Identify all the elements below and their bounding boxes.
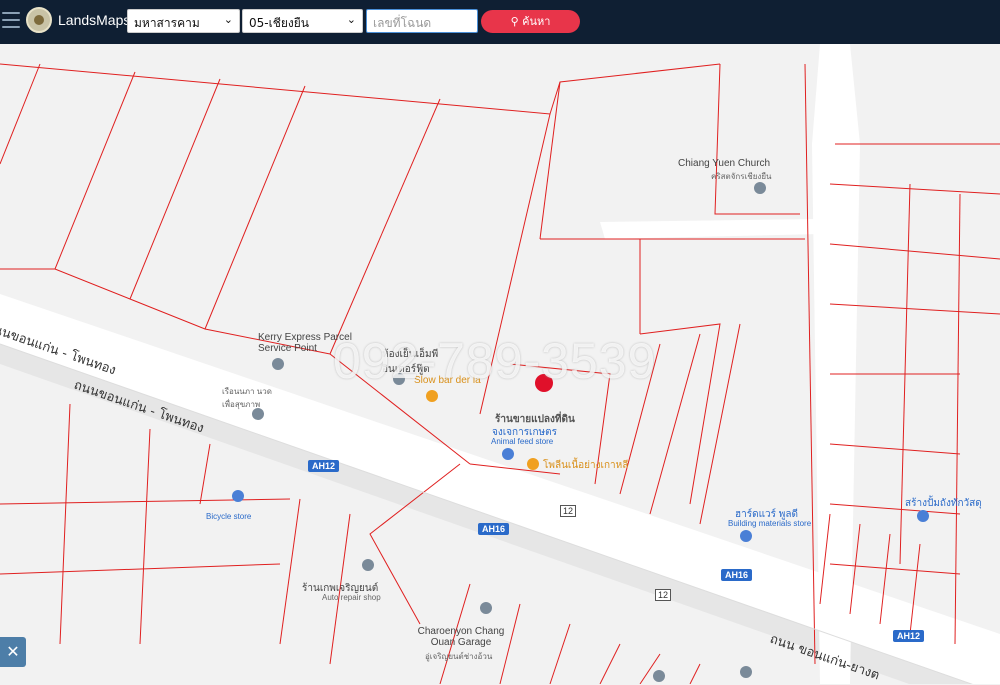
map-canvas[interactable]: 092-789-3539 Chiang Yuen Church คริสตจัก… [0, 44, 1000, 684]
supply-store-label: สร้างปั้มถังทักวัสดุ [905, 498, 982, 509]
korean-bbq-label: โพลีนเนื้อย่างเกาหลี [543, 460, 629, 471]
slowbar-pin-icon[interactable] [426, 390, 438, 402]
feed-store-pin-icon[interactable] [502, 448, 514, 460]
district-value: 05-เชียงยืน [249, 16, 309, 30]
menu-icon[interactable] [2, 12, 20, 28]
garage2-pin-icon[interactable] [480, 602, 492, 614]
bicycle-store-pin-icon[interactable] [232, 490, 244, 502]
chevron-down-icon: ⌄ [223, 13, 233, 26]
church-pin-icon[interactable] [754, 182, 766, 194]
search-button[interactable]: ⚲ ค้นหา [481, 10, 580, 33]
brand-name: LandsMaps [58, 12, 131, 28]
kerry-pin-icon[interactable] [272, 358, 284, 370]
feed-store-sublabel: Animal feed store [491, 437, 554, 446]
supply-store-pin-icon[interactable] [917, 510, 929, 522]
garage2-label: Charoenyon Chang Ouan Garage [417, 626, 505, 648]
watermark-phone: 092-789-3539 [333, 333, 657, 389]
search-label: ค้นหา [522, 15, 551, 28]
hardware-pin-icon[interactable] [740, 530, 752, 542]
poi-pin-icon[interactable] [740, 666, 752, 678]
chevron-down-icon: ⌄ [346, 13, 356, 26]
search-icon: ⚲ [510, 15, 523, 28]
app-logo [26, 7, 52, 33]
garage2-sublabel: อู่เจริญยนต์ช่างอ้วน [425, 652, 493, 661]
garage1-pin-icon[interactable] [362, 559, 374, 571]
massage-pin-icon[interactable] [252, 408, 264, 420]
district-select[interactable]: 05-เชียงยืน ⌄ [242, 9, 363, 33]
measure-tool-icon[interactable]: ✕ [0, 637, 26, 667]
route-number-badge: 12 [655, 589, 672, 601]
province-select[interactable]: มหาสารคาม ⌄ [127, 9, 240, 33]
poi-pin-icon[interactable] [653, 670, 665, 682]
top-bar: LandsMaps มหาสารคาม ⌄ 05-เชียงยืน ⌄ เลขท… [0, 0, 1000, 44]
korean-bbq-pin-icon[interactable] [527, 458, 539, 470]
garage1-sublabel: Auto repair shop [322, 593, 381, 602]
massage-label: เรือนนภา นวด เพื่อสุขภาพ [222, 387, 272, 409]
church-sublabel: คริสตจักรเชียงยืน [711, 172, 772, 181]
route-shield-ah16: AH16 [721, 569, 753, 581]
route-shield-ah16: AH16 [478, 523, 510, 535]
deed-number-input[interactable]: เลขที่โฉนด [366, 9, 478, 33]
bicycle-store-label: Bicycle store [206, 512, 252, 521]
province-value: มหาสารคาม [134, 16, 200, 30]
route-shield-ah12: AH12 [308, 460, 340, 472]
hardware-sublabel: Building materials store [728, 519, 812, 528]
route-shield-ah12: AH12 [893, 630, 925, 642]
route-number-badge: 12 [560, 505, 577, 517]
church-label: Chiang Yuen Church [678, 158, 771, 169]
